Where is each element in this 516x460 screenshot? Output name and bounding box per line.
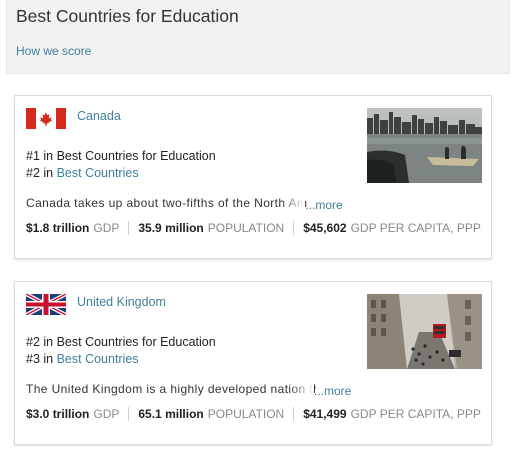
country-card-canada: Canada #1 in Best Countries for Educatio…	[14, 95, 492, 259]
population-value: 65.1 million	[138, 407, 204, 421]
stats-row: $1.8 trillion GDP 35.9 million POPULATION …	[26, 221, 481, 235]
more-link[interactable]: ...more	[314, 384, 351, 398]
overall-rank: #3 in Best Countries	[26, 352, 139, 366]
divider	[128, 407, 130, 421]
divider	[293, 407, 295, 421]
gdp-per-capita-value: $45,602	[303, 221, 347, 235]
best-countries-link[interactable]: Best Countries	[57, 352, 139, 366]
population-label: POPULATION	[207, 407, 285, 421]
london-street-photo	[367, 294, 482, 369]
page-title: Best Countries for Education	[16, 6, 239, 26]
description-row: The United Kingdom is a highly developed…	[26, 382, 356, 398]
gdp-value: $3.0 trillion	[26, 407, 90, 421]
divider	[293, 221, 295, 235]
stats-row: $3.0 trillion GDP 65.1 million POPULATION …	[26, 407, 481, 421]
united-kingdom-flag-icon	[26, 294, 66, 315]
gdp-per-capita-label: GDP PER CAPITA, PPP	[350, 221, 481, 235]
country-card-united-kingdom: United Kingdom #2 in Best Countries for …	[14, 281, 492, 445]
canada-flag-icon	[26, 108, 66, 129]
how-we-score-link[interactable]: How we score	[16, 44, 91, 58]
toronto-skyline-photo	[367, 108, 482, 183]
population-label: POPULATION	[207, 221, 285, 235]
more-link[interactable]: ...more	[305, 198, 342, 212]
gdp-label: GDP	[93, 221, 120, 235]
country-link[interactable]: United Kingdom	[77, 295, 166, 309]
gdp-per-capita-value: $41,499	[303, 407, 347, 421]
population-value: 35.9 million	[138, 221, 204, 235]
country-link[interactable]: Canada	[77, 109, 121, 123]
description-text: The United Kingdom is a highly developed…	[26, 382, 316, 396]
education-rank: #2 in Best Countries for Education	[26, 335, 216, 349]
gdp-per-capita-label: GDP PER CAPITA, PPP	[350, 407, 481, 421]
page-header: Best Countries for Education How we scor…	[6, 0, 510, 74]
description-text: Canada takes up about two-fifths of the …	[26, 196, 308, 210]
overall-rank: #2 in Best Countries	[26, 166, 139, 180]
gdp-value: $1.8 trillion	[26, 221, 90, 235]
divider	[128, 221, 130, 235]
best-countries-link[interactable]: Best Countries	[57, 166, 139, 180]
description-row: Canada takes up about two-fifths of the …	[26, 196, 356, 212]
education-rank: #1 in Best Countries for Education	[26, 149, 216, 163]
gdp-label: GDP	[93, 407, 120, 421]
